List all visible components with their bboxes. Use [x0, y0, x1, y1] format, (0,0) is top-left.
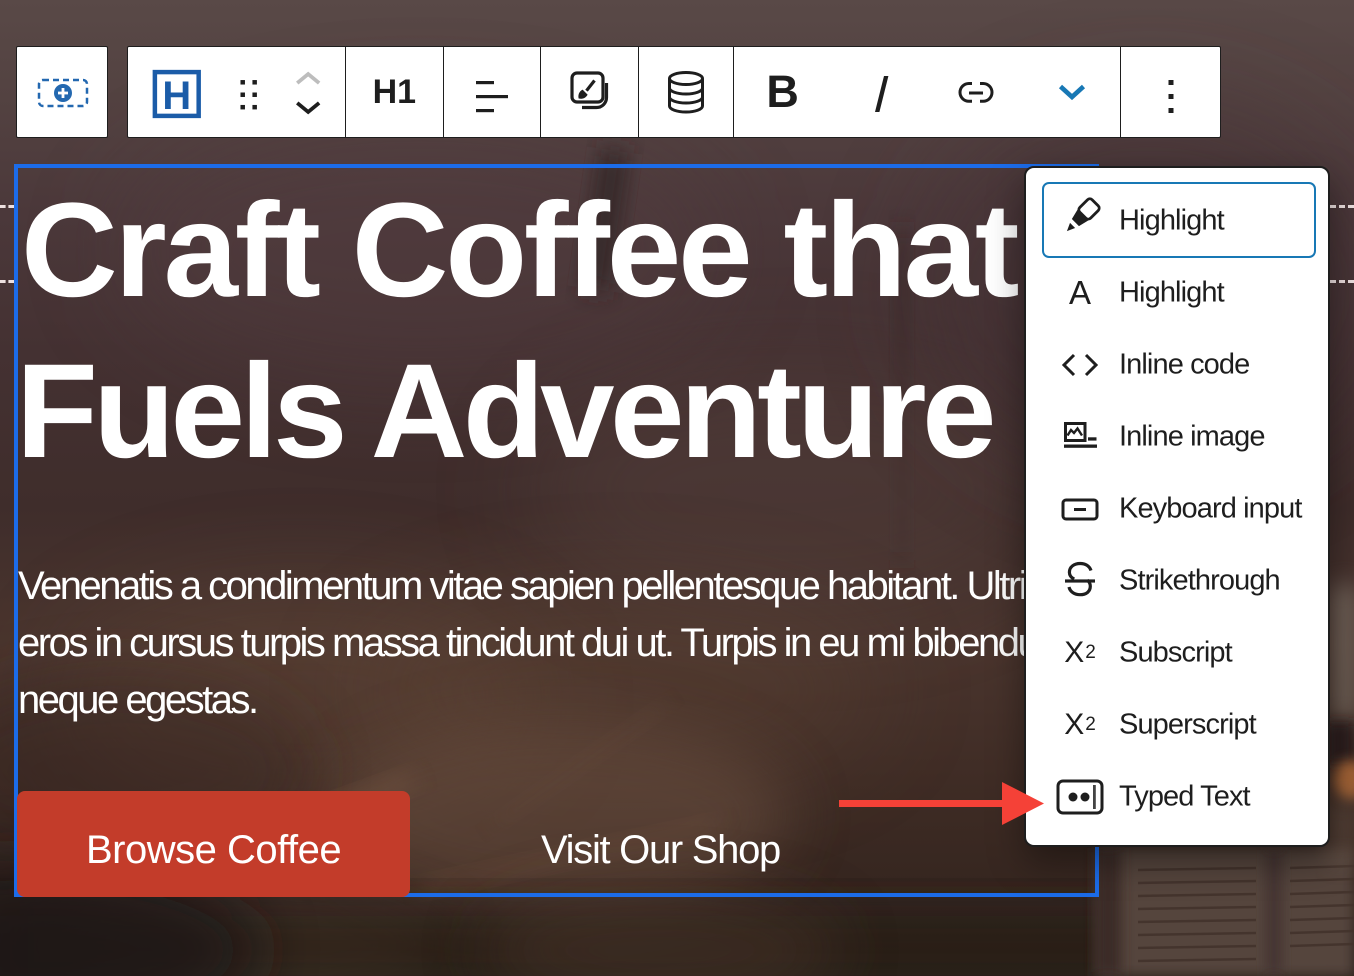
- svg-text:H: H: [162, 73, 191, 117]
